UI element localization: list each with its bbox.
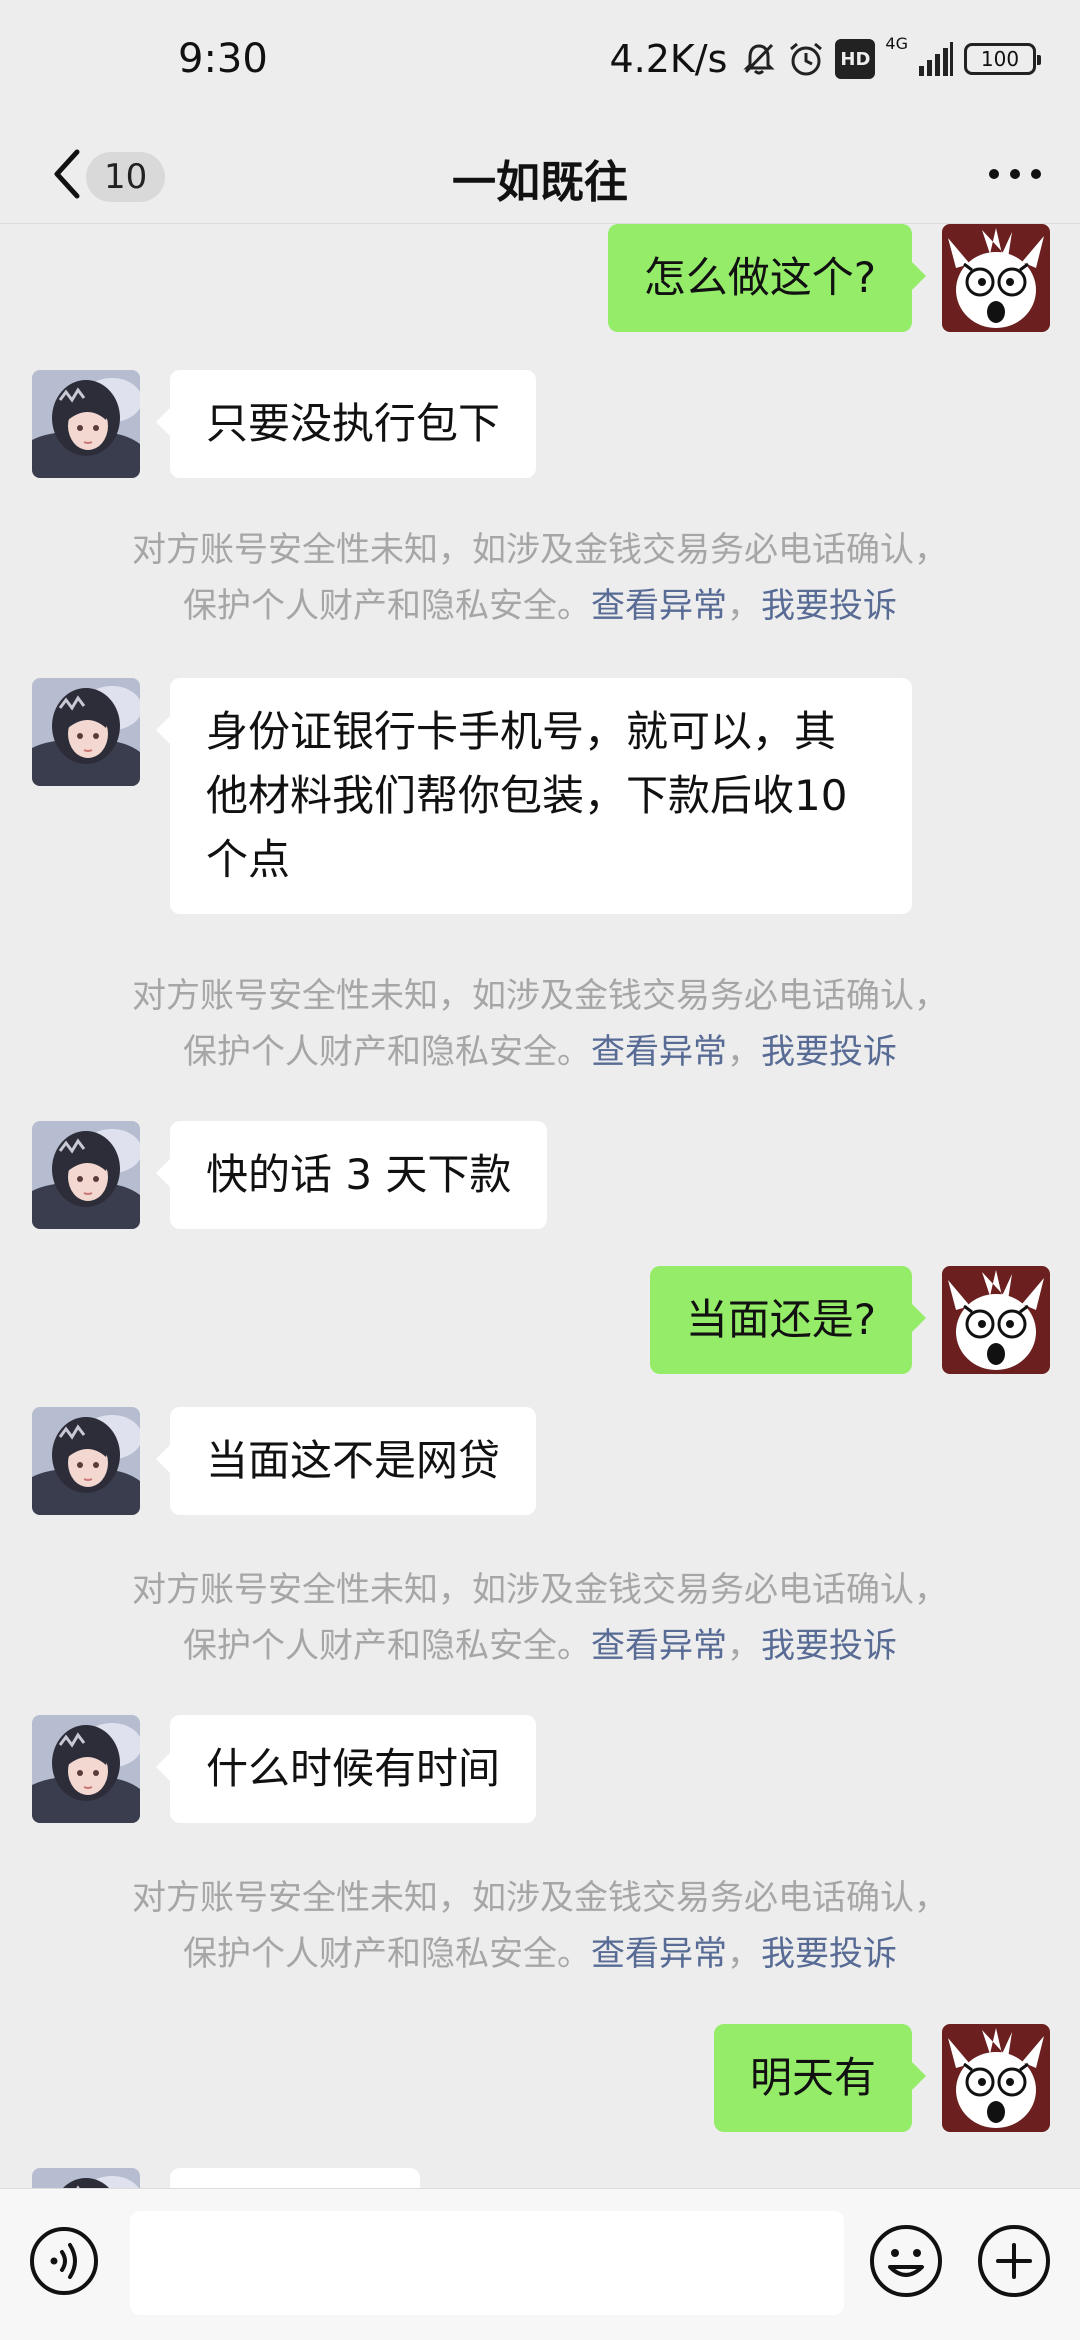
chat-header: 10 一如既往 (0, 124, 1080, 224)
battery-indicator: 100 (964, 43, 1041, 75)
message-bubble-received[interactable]: 身份证银行卡手机号，就可以，其他材料我们帮你包装，下款后收10个点 (156, 678, 912, 914)
ellipsis-icon (989, 169, 1041, 179)
avatar-contact[interactable] (32, 1715, 140, 1823)
message-bubble-sent[interactable]: 当面还是? (649, 1266, 927, 1374)
report-link[interactable]: 我要投诉 (761, 1626, 897, 1666)
security-notice: 对方账号安全性未知，如涉及金钱交易务必电话确认， 保护个人财产和隐私安全。查看异… (60, 1870, 1020, 1982)
voice-button[interactable] (28, 2225, 100, 2297)
voice-icon (30, 2227, 98, 2295)
avatar-contact[interactable] (32, 370, 140, 478)
avatar-contact[interactable] (32, 678, 140, 786)
status-bar: 9:30 4.2K/s HD 4G 100 (0, 0, 1080, 124)
message-bubble-received[interactable]: 什么时候有时间 (155, 1715, 537, 1823)
message-list[interactable]: 怎么做这个? 只要没执行包下 对方账号安全性未知，如涉及金钱交易务必电话确认， … (0, 224, 1080, 2188)
notice-text: 保护个人财产和隐私安全。 (183, 1032, 591, 1072)
notice-text: 对方账号安全性未知，如涉及金钱交易务必电话确认， (132, 1570, 948, 1610)
security-notice: 对方账号安全性未知，如涉及金钱交易务必电话确认， 保护个人财产和隐私安全。查看异… (60, 968, 1020, 1080)
more-actions-button[interactable] (976, 2223, 1052, 2299)
input-bar (0, 2188, 1080, 2340)
network-type: 4G (885, 34, 908, 53)
net-speed: 4.2K/s (609, 37, 728, 81)
hd-badge: HD (835, 39, 876, 79)
view-anomaly-link[interactable]: 查看异常 (591, 586, 727, 626)
avatar-contact[interactable] (32, 1407, 140, 1515)
message-bubble-sent[interactable]: 明天有 (713, 2024, 927, 2132)
report-link[interactable]: 我要投诉 (761, 586, 897, 626)
plus-icon (978, 2225, 1050, 2297)
signal-icon (918, 39, 954, 79)
avatar-self[interactable] (942, 224, 1050, 332)
avatar-contact[interactable] (32, 1121, 140, 1229)
notice-text: 对方账号安全性未知，如涉及金钱交易务必电话确认， (132, 976, 948, 1016)
bell-muted-icon (741, 39, 777, 79)
unread-count-badge[interactable]: 10 (86, 152, 166, 202)
avatar-self[interactable] (942, 1266, 1050, 1374)
emoji-button[interactable] (868, 2223, 944, 2299)
view-anomaly-link[interactable]: 查看异常 (591, 1032, 727, 1072)
emoji-icon (870, 2225, 942, 2297)
message-bubble-received[interactable]: 只要没执行包下 (155, 370, 537, 478)
status-icons: 4.2K/s HD 4G 100 (609, 34, 1041, 84)
notice-separator: ， (727, 1934, 761, 1974)
view-anomaly-link[interactable]: 查看异常 (591, 1934, 727, 1974)
message-bubble-sent[interactable]: 怎么做这个? (607, 224, 927, 332)
more-options-button[interactable] (980, 144, 1050, 204)
message-bubble-received[interactable]: 当面这不是网贷 (155, 1407, 537, 1515)
avatar-contact[interactable] (32, 2168, 140, 2188)
avatar-self[interactable] (942, 2024, 1050, 2132)
notice-separator: ， (727, 1032, 761, 1072)
report-link[interactable]: 我要投诉 (761, 1032, 897, 1072)
notice-separator: ， (727, 1626, 761, 1666)
report-link[interactable]: 我要投诉 (761, 1934, 897, 1974)
message-bubble-received-partial[interactable] (170, 2168, 420, 2188)
notice-text: 对方账号安全性未知，如涉及金钱交易务必电话确认， (132, 1878, 948, 1918)
chevron-left-icon (54, 149, 80, 199)
security-notice: 对方账号安全性未知，如涉及金钱交易务必电话确认， 保护个人财产和隐私安全。查看异… (60, 1562, 1020, 1674)
notice-text: 对方账号安全性未知，如涉及金钱交易务必电话确认， (132, 530, 948, 570)
notice-text: 保护个人财产和隐私安全。 (183, 586, 591, 626)
message-input[interactable] (130, 2211, 844, 2315)
alarm-clock-icon (787, 39, 825, 79)
notice-separator: ， (727, 586, 761, 626)
status-time: 9:30 (178, 36, 268, 82)
view-anomaly-link[interactable]: 查看异常 (591, 1626, 727, 1666)
notice-text: 保护个人财产和隐私安全。 (183, 1626, 591, 1666)
security-notice: 对方账号安全性未知，如涉及金钱交易务必电话确认， 保护个人财产和隐私安全。查看异… (60, 522, 1020, 634)
message-bubble-received[interactable]: 快的话 3 天下款 (155, 1121, 548, 1229)
notice-text: 保护个人财产和隐私安全。 (183, 1934, 591, 1974)
